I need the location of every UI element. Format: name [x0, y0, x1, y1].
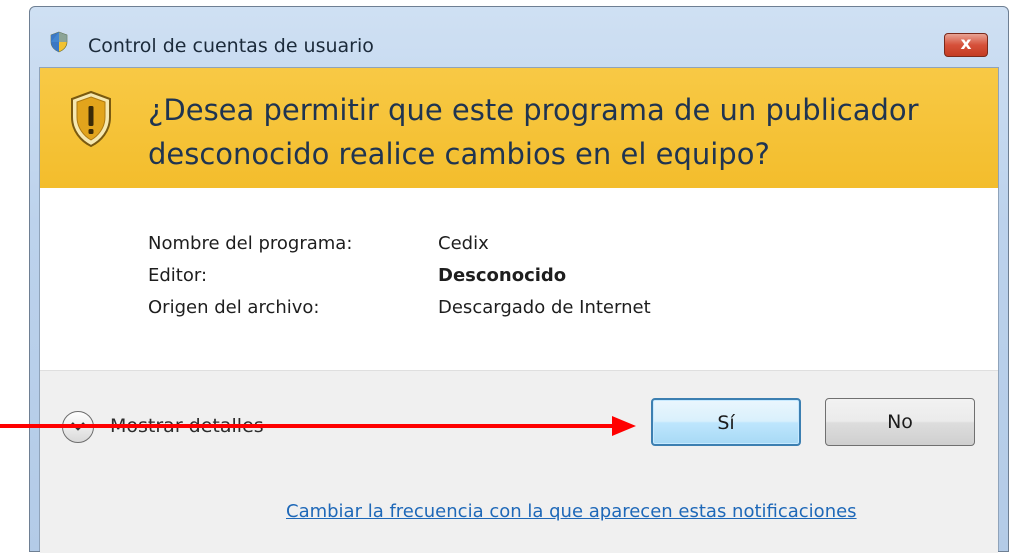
uac-question: ¿Desea permitir que este programa de un …: [148, 93, 919, 171]
file-origin-value: Descargado de Internet: [438, 297, 651, 318]
window-title: Control de cuentas de usuario: [88, 35, 374, 57]
dialog-content: ¿Desea permitir que este programa de un …: [39, 67, 999, 553]
program-name-label: Nombre del programa:: [148, 233, 353, 254]
file-origin-label: Origen del archivo:: [148, 297, 320, 318]
warning-banner: ¿Desea permitir que este programa de un …: [40, 68, 998, 188]
warning-shield-icon: [71, 90, 111, 148]
program-name-value: Cedix: [438, 233, 489, 254]
annotation-arrow: [0, 416, 636, 436]
yes-button[interactable]: Sí: [651, 398, 801, 446]
notification-settings-link[interactable]: Cambiar la frecuencia con la que aparece…: [286, 501, 857, 522]
no-button[interactable]: No: [825, 398, 975, 446]
uac-shield-icon: [50, 31, 68, 53]
dialog-footer: Mostrar detalles Sí No Cambiar la frecue…: [40, 370, 998, 553]
uac-dialog: Control de cuentas de usuario x ¿Desea p…: [29, 6, 1009, 553]
close-button[interactable]: x: [944, 33, 988, 57]
publisher-value: Desconocido: [438, 265, 567, 286]
publisher-label: Editor:: [148, 265, 208, 286]
